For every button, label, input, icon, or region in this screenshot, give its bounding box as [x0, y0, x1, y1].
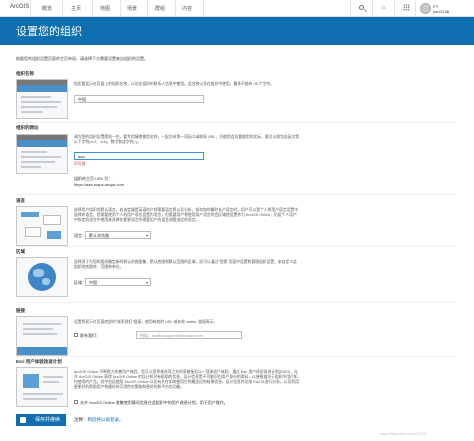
nav-separator — [175, 0, 176, 17]
thumbnail-line — [21, 111, 43, 113]
thumbnail-line — [21, 101, 61, 103]
thumbnail-line — [21, 96, 51, 98]
nav-item-map[interactable]: 地图 — [100, 5, 110, 12]
thumbnail-dialog — [21, 212, 39, 217]
thumbnail-line — [23, 398, 57, 400]
section-title-esri-program: Esri 用户体验改进计划 — [16, 359, 62, 364]
app-launcher-icon[interactable] — [403, 4, 410, 11]
search-icon[interactable] — [359, 5, 364, 10]
thumbnail-dialog — [47, 231, 61, 239]
save-button-label: 保存并继续 — [34, 417, 60, 423]
chevron-down-icon: ▾ — [145, 233, 148, 238]
save-and-continue-button[interactable]: 保存并继续 — [16, 414, 66, 426]
top-navigation-bar: ArcGIS 概览 主页 地图 场景 群组 内容 ♨ y y yw12138 — [0, 0, 474, 17]
language-description: 选择用户组织的默认语言。若选定器是英语的户将需要语言将以及分析，如何和你最时长户… — [74, 208, 299, 222]
org-name-description: 指定要显示在页面上的组织名称，以及在组织的联系人信息中使用。此名称以及在组织中使… — [74, 82, 274, 86]
section-title-language: 语言 — [16, 198, 25, 203]
footer-note: 注释：稍后将以再登录。 — [74, 417, 124, 423]
esri-program-description: ArcGIS Online 不断致力改善用户体验。您可以是将来进项之外的家被接近… — [74, 370, 299, 389]
section-divider — [16, 122, 456, 123]
thumbnail-line — [21, 156, 61, 158]
thumbnail-line — [21, 161, 55, 163]
footer-note-prefix: 注释： — [74, 417, 88, 422]
nav-item-overview[interactable]: 概览 — [42, 5, 52, 12]
thumbnail-footer — [17, 347, 67, 355]
language-select-value: 默认浏览器 — [89, 233, 109, 238]
nav-separator — [415, 0, 416, 17]
esri-program-thumbnail — [16, 367, 68, 407]
thumbnail-line — [21, 106, 57, 108]
arcgis-logo[interactable]: ArcGIS — [10, 4, 29, 10]
thumbnail-dialog — [43, 215, 61, 225]
usage-tracking-label: 允许 ArcGIS Online 收集使用情况信息在此组织中的用户改进计划，用于… — [80, 400, 228, 405]
user-id[interactable]: yw12138 — [433, 9, 449, 14]
region-select[interactable]: 中国 ▾ — [85, 278, 151, 286]
org-url-description: 请为您的组织设置简短一些，要专用情绪使用名称，一起交给第一项因义或联网 URL，… — [74, 135, 300, 144]
section-divider — [16, 356, 456, 357]
region-thumbnail — [16, 257, 68, 297]
thumbnail-dialog — [25, 227, 41, 237]
nav-separator — [350, 0, 351, 17]
section-title-org-name: 组织名称 — [16, 71, 34, 76]
chevron-down-icon: ▾ — [145, 280, 148, 285]
link-description: 设置将显示在页面底部的"联系我们"链接，使用有效的 URL 或有效 mailto… — [74, 320, 218, 324]
contact-us-label: 联系我们： — [80, 333, 100, 338]
avatar[interactable] — [420, 3, 431, 14]
footer-note-link[interactable]: 稍后将以再登录。 — [88, 417, 124, 422]
thumbnail-chart — [23, 374, 39, 388]
org-url-error-message: 不可用 — [74, 162, 86, 166]
thumbnail-line — [43, 381, 59, 383]
thumbnail-banner — [17, 85, 67, 92]
nav-item-content[interactable]: 内容 — [182, 5, 192, 12]
thumbnail-line — [43, 376, 63, 378]
thumbnail-line — [23, 333, 57, 335]
thumbnail-line — [21, 151, 47, 153]
nav-separator — [203, 0, 204, 17]
watermark: https://blog.csdn.net/u012138 — [380, 432, 426, 436]
org-name-thumbnail — [16, 79, 68, 119]
section-divider — [16, 302, 456, 303]
nav-separator — [62, 0, 63, 17]
section-title-region: 区域 — [16, 249, 25, 254]
section-title-org-url: 组织的网址 — [16, 125, 39, 130]
nav-separator — [372, 0, 373, 17]
org-name-input[interactable]: 中国 — [74, 95, 204, 103]
section-divider — [16, 246, 456, 247]
nav-item-scene[interactable]: 场景 — [127, 5, 137, 12]
nav-separator — [92, 0, 93, 17]
section-title-link: 链接 — [16, 308, 25, 313]
nav-item-home[interactable]: 主页 — [71, 5, 81, 12]
nav-separator — [394, 0, 395, 17]
thumbnail-line — [23, 323, 61, 325]
nav-item-groups[interactable]: 群组 — [155, 5, 165, 12]
globe-icon — [28, 263, 56, 291]
save-icon — [20, 417, 26, 423]
org-url-thumbnail — [16, 134, 68, 174]
link-thumbnail — [16, 316, 68, 356]
contact-us-checkbox[interactable] — [74, 333, 78, 337]
thumbnail-line — [23, 328, 53, 330]
intro-text: 根据您的组织设置页面的主页布局，请选择下方需要设置来自组织的设置。 — [16, 56, 148, 61]
region-description: 选择用于为您的组织确定新的默认的底图集、默认底图和默认范围的区域，还可以通过"您… — [74, 260, 297, 269]
thumbnail-line — [23, 393, 63, 395]
language-select[interactable]: 默认浏览器 ▾ — [85, 231, 151, 239]
usage-tracking-checkbox[interactable] — [74, 400, 78, 404]
bell-icon[interactable]: ♨ — [381, 4, 386, 11]
thumbnail-line — [21, 166, 41, 168]
page-banner: 设置您的组织 — [0, 17, 474, 45]
org-url-input[interactable]: aaa — [74, 152, 204, 160]
region-select-value: 中国 — [89, 280, 97, 285]
nav-separator — [147, 0, 148, 17]
user-display-name[interactable]: y y — [433, 3, 438, 8]
nav-separator — [30, 0, 31, 17]
section-divider — [16, 194, 456, 195]
nav-separator — [120, 0, 121, 17]
thumbnail-banner — [17, 140, 67, 147]
org-url-preview-value: https://aaa.maps.arcgis.com — [74, 182, 125, 187]
page-title: 设置您的组织 — [16, 26, 82, 38]
contact-us-input[interactable]: 例如：mailto:support@domain.com — [136, 331, 242, 339]
language-thumbnail — [16, 206, 68, 246]
